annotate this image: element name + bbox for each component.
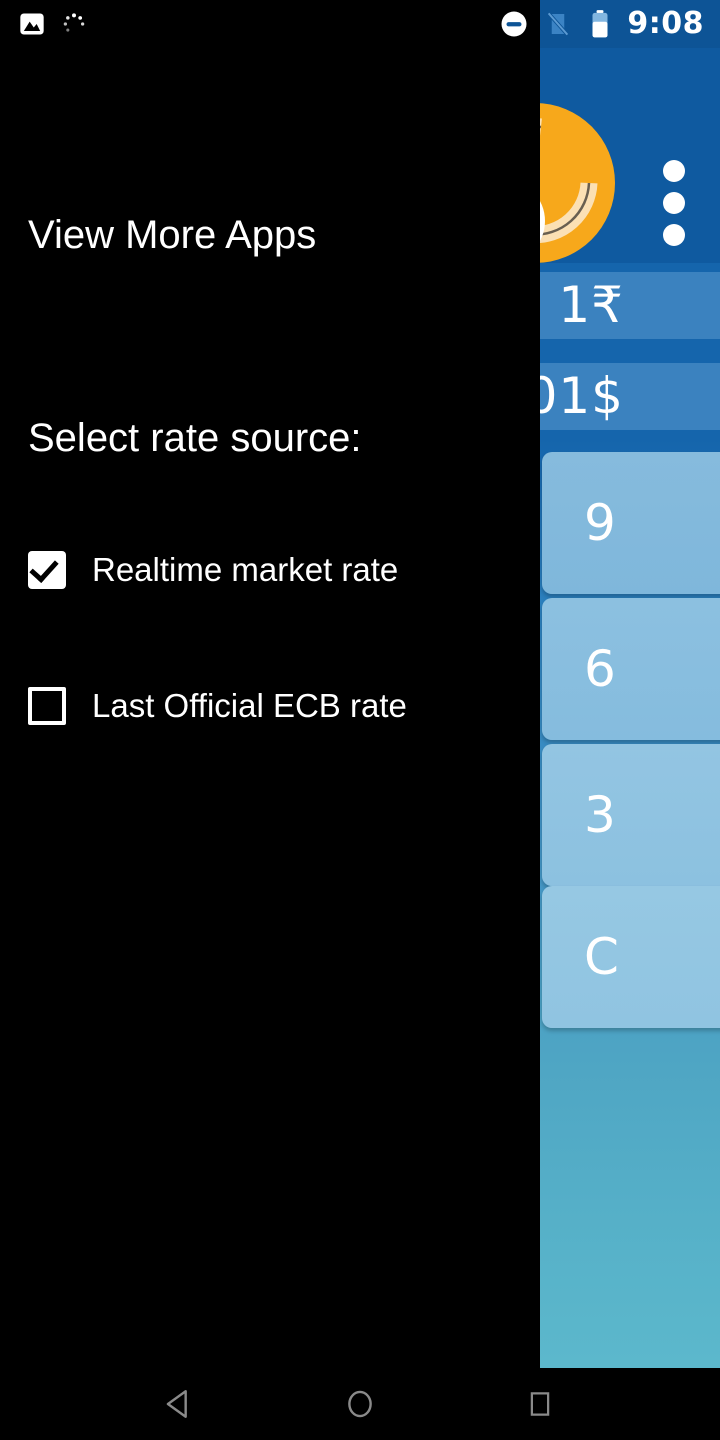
do-not-disturb-icon xyxy=(501,11,527,37)
keypad-key-3[interactable]: 3 xyxy=(542,744,720,886)
home-circle-icon xyxy=(348,1390,372,1418)
overflow-dot-icon xyxy=(663,224,685,246)
image-notification-icon xyxy=(20,13,44,35)
keypad-key-6[interactable]: 6 xyxy=(542,598,720,740)
sync-spinner-icon xyxy=(63,13,85,32)
status-bar-clock: 9:08 xyxy=(627,6,704,41)
status-bar-notifications xyxy=(18,0,88,48)
overflow-menu-button[interactable] xyxy=(662,160,686,246)
navigation-drawer: View More Apps Select rate source: Realt… xyxy=(0,0,540,1368)
silent-mode-icon xyxy=(547,12,570,36)
overflow-dot-icon xyxy=(663,160,685,182)
rate-source-heading: Select rate source: xyxy=(28,416,362,460)
recents-square-icon xyxy=(530,1392,550,1416)
nav-recents-button[interactable] xyxy=(480,1368,600,1440)
keypad-key-clear[interactable]: C xyxy=(542,886,720,1028)
back-triangle-icon xyxy=(166,1390,187,1418)
keypad-key-9[interactable]: 9 xyxy=(542,452,720,594)
view-more-apps-item[interactable]: View More Apps xyxy=(28,206,316,264)
system-status-bar: 9:08 xyxy=(0,0,720,48)
overflow-dot-icon xyxy=(663,192,685,214)
option-label: Realtime market rate xyxy=(92,551,399,588)
nav-back-button[interactable] xyxy=(120,1368,240,1440)
checkbox-checked-icon[interactable] xyxy=(28,551,66,589)
option-last-official-ecb-rate[interactable]: Last Official ECB rate xyxy=(28,681,407,731)
phone-screen: ₹ 1₹ 01$ 9 6 3 C View More Apps Select r… xyxy=(0,0,720,1440)
battery-icon xyxy=(592,10,608,38)
nav-home-button[interactable] xyxy=(300,1368,420,1440)
system-navigation-bar xyxy=(0,1368,720,1440)
status-bar-system-icons: 9:08 xyxy=(499,0,704,48)
option-label: Last Official ECB rate xyxy=(92,687,407,724)
checkbox-unchecked-icon[interactable] xyxy=(28,687,66,725)
option-realtime-market-rate[interactable]: Realtime market rate xyxy=(28,545,398,595)
